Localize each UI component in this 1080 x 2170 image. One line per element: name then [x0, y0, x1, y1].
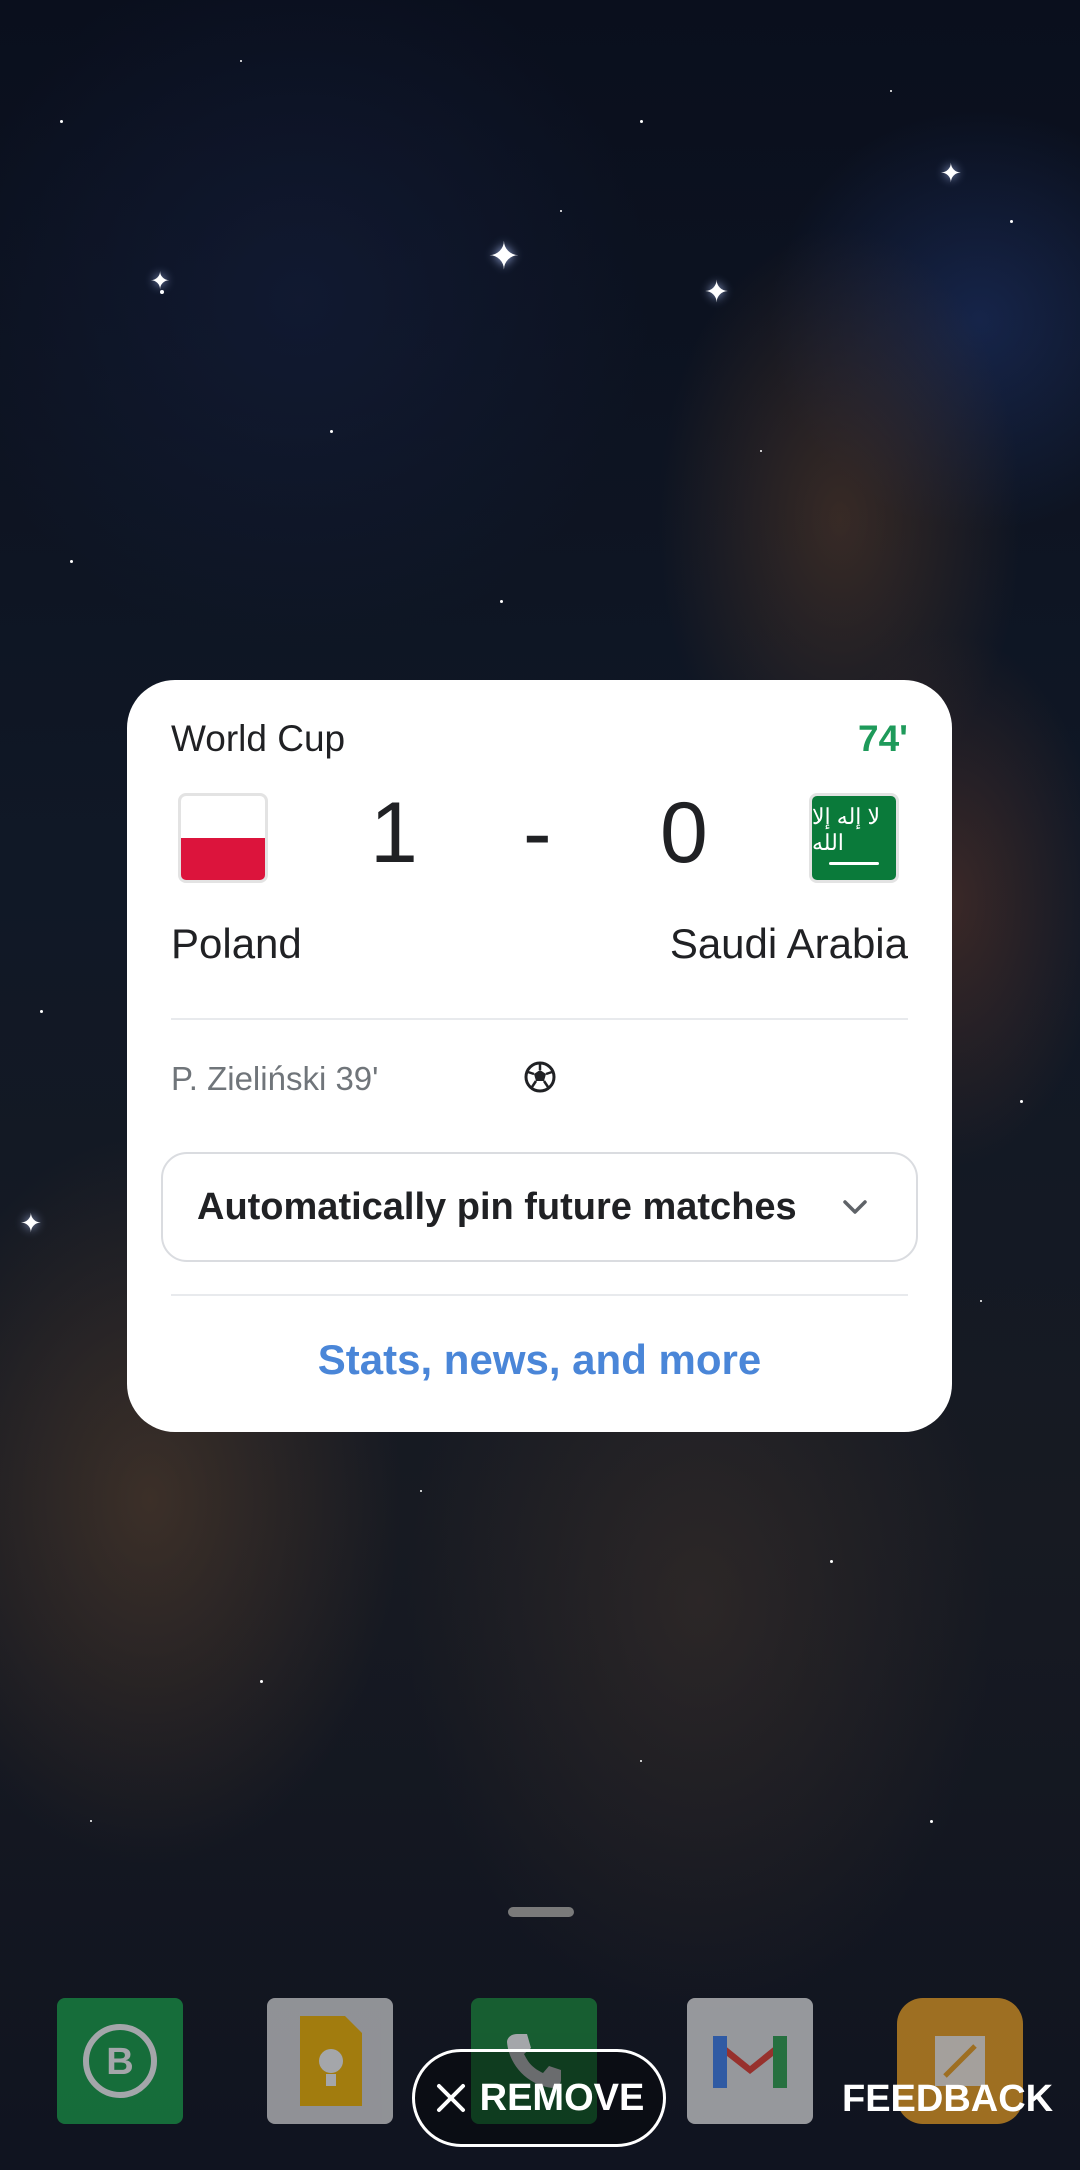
close-icon — [436, 2084, 465, 2112]
remove-label: REMOVE — [479, 2076, 645, 2119]
home-team-name: Poland — [171, 920, 302, 967]
league-title: World Cup — [171, 718, 346, 759]
auto-pin-dropdown[interactable]: Automatically pin future matches — [161, 1152, 918, 1262]
poland-flag-icon — [178, 793, 268, 883]
whatsapp-business-icon[interactable]: B — [57, 1998, 183, 2124]
chevron-down-icon — [843, 1200, 867, 1214]
home-score: 1 — [370, 785, 418, 881]
bright-star: ✦ — [940, 158, 962, 188]
divider — [171, 1018, 908, 1020]
bright-star: ✦ — [488, 236, 520, 278]
feedback-button[interactable]: FEEDBACK — [842, 2078, 1053, 2121]
match-minute: 74' — [858, 718, 908, 759]
flag-script: لا إله إلا الله — [812, 803, 881, 855]
live-match-widget[interactable]: World Cup 74' 1 - 0 لا إله إلا الله Pola… — [127, 680, 952, 1432]
divider — [171, 1294, 908, 1296]
gmail-icon[interactable] — [687, 1998, 813, 2124]
bright-star: ✦ — [150, 268, 171, 295]
bright-star: ✦ — [20, 1208, 42, 1238]
goal-scorer: P. Zieliński 39' — [171, 1060, 379, 1097]
away-score: 0 — [660, 785, 708, 881]
score-separator: - — [523, 785, 552, 881]
drag-handle[interactable] — [508, 1907, 574, 1917]
svg-text:B: B — [106, 2041, 133, 2083]
away-team-name: Saudi Arabia — [669, 920, 908, 967]
saudi-arabia-flag-icon: لا إله إلا الله — [809, 793, 899, 883]
flag-sword — [829, 861, 879, 865]
bright-star: ✦ — [704, 276, 730, 309]
auto-pin-label: Automatically pin future matches — [197, 1185, 797, 1228]
remove-button[interactable]: REMOVE — [412, 2049, 666, 2147]
google-keep-icon[interactable] — [267, 1998, 393, 2124]
soccer-ball-icon — [524, 1061, 556, 1093]
stats-news-link[interactable]: Stats, news, and more — [127, 1336, 952, 1384]
